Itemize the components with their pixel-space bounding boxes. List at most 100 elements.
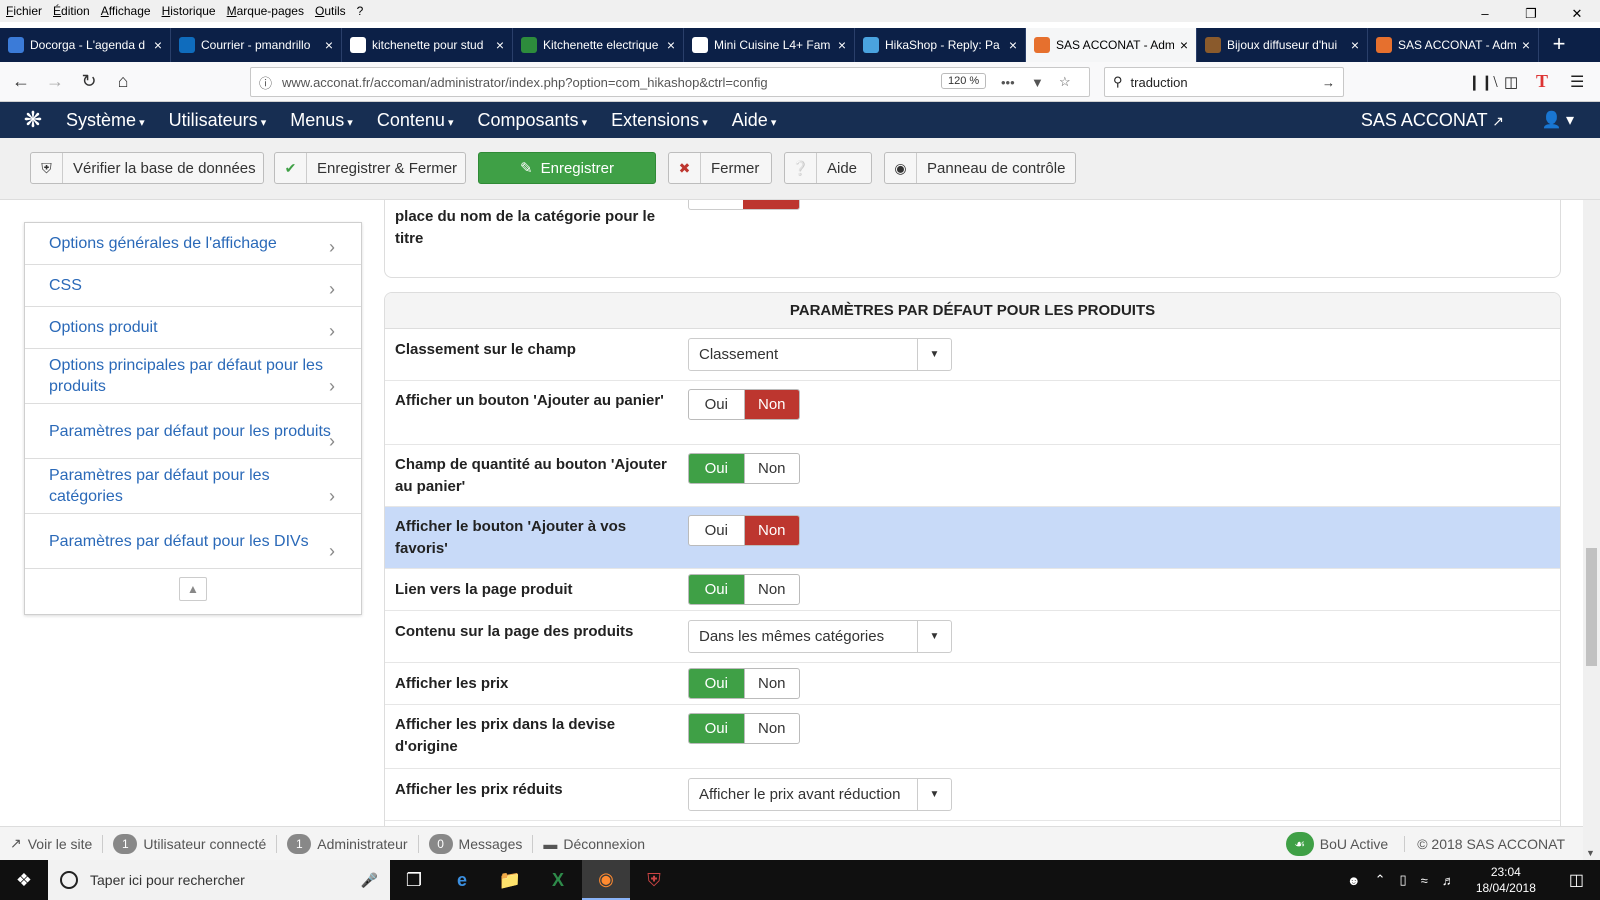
- messages-link[interactable]: 0 Messages: [419, 833, 534, 854]
- browser-tab[interactable]: Docorga - L'agenda d ×: [0, 28, 171, 62]
- browser-tab[interactable]: Kitchenette electrique ×: [513, 28, 684, 62]
- browser-tab[interactable]: kitchenette pour stud ×: [342, 28, 513, 62]
- sidebar-item[interactable]: Paramètres par défaut pour les catégorie…: [25, 459, 361, 514]
- sidebar-item[interactable]: Options principales par défaut pour les …: [25, 349, 361, 404]
- back-icon[interactable]: ←: [4, 65, 38, 99]
- users-connected[interactable]: 1 Utilisateur connecté: [103, 833, 278, 854]
- sidebar-toggle-icon[interactable]: ◫: [1504, 73, 1518, 91]
- setting-select[interactable]: Classement ▼: [688, 338, 952, 371]
- browser-tab[interactable]: Bijoux diffuseur d'hui ×: [1197, 28, 1368, 62]
- home-icon[interactable]: ⌂: [106, 65, 140, 99]
- security-app-icon[interactable]: ⛨: [630, 860, 678, 900]
- control-panel-button[interactable]: ◉ Panneau de contrôle: [884, 152, 1076, 184]
- edge-icon[interactable]: e: [438, 860, 486, 900]
- close-window-icon[interactable]: ✕: [1554, 0, 1600, 28]
- browser-tab[interactable]: Courrier - pmandrillo ×: [171, 28, 342, 62]
- browser-tab[interactable]: Mini Cuisine L4+ Fam ×: [684, 28, 855, 62]
- site-name-link[interactable]: SAS ACCONAT ↗: [1361, 110, 1504, 131]
- minimize-icon[interactable]: –: [1462, 0, 1508, 28]
- menubar-item[interactable]: ?: [357, 4, 364, 18]
- close-button[interactable]: ✖ Fermer: [668, 152, 772, 184]
- people-icon[interactable]: ☻: [1347, 873, 1361, 888]
- partial-toggle[interactable]: [688, 200, 800, 210]
- tab-close-icon[interactable]: ×: [1522, 37, 1530, 53]
- bookmark-star-icon[interactable]: ☆: [1059, 74, 1071, 90]
- user-menu-icon[interactable]: 👤 ▾: [1542, 110, 1574, 130]
- toggle-no[interactable]: Non: [744, 390, 799, 419]
- collapse-up-icon[interactable]: ▲: [179, 577, 207, 601]
- browser-tab[interactable]: HikaShop - Reply: Pa ×: [855, 28, 1026, 62]
- toggle-yes[interactable]: Oui: [689, 454, 745, 483]
- scroll-down-icon[interactable]: ▼: [1586, 848, 1595, 858]
- tab-close-icon[interactable]: ×: [1351, 37, 1359, 53]
- more-icon[interactable]: •••: [1001, 75, 1015, 90]
- joomla-menu-item[interactable]: Système: [66, 110, 145, 131]
- microphone-icon[interactable]: 🎤: [361, 872, 378, 889]
- menubar-item[interactable]: Édition: [53, 4, 90, 18]
- setting-select[interactable]: Afficher le prix avant réduction ▼: [688, 778, 952, 811]
- joomla-logo-icon[interactable]: ❋: [0, 107, 66, 133]
- battery-icon[interactable]: ▯: [1400, 872, 1407, 888]
- menubar-item[interactable]: Affichage: [101, 4, 151, 18]
- tab-close-icon[interactable]: ×: [1009, 37, 1017, 53]
- save-close-button[interactable]: ✔ Enregistrer & Fermer: [274, 152, 466, 184]
- tab-close-icon[interactable]: ×: [496, 37, 504, 53]
- tab-close-icon[interactable]: ×: [1180, 37, 1188, 53]
- info-icon[interactable]: ⓘ: [259, 73, 272, 92]
- bou-active-badge[interactable]: ☙ BoU Active: [1285, 831, 1388, 856]
- go-arrow-icon[interactable]: →: [1322, 75, 1335, 90]
- caret-down-icon[interactable]: ▼: [917, 339, 951, 370]
- extension-t-icon[interactable]: T: [1536, 71, 1548, 92]
- new-tab-icon[interactable]: +: [1539, 28, 1579, 62]
- toggle-no[interactable]: Non: [744, 516, 799, 545]
- library-icon[interactable]: ❙❙⧵: [1468, 73, 1498, 91]
- volume-icon[interactable]: ♬: [1442, 873, 1455, 888]
- toggle-no[interactable]: Non: [745, 714, 800, 743]
- save-button[interactable]: ✎ Enregistrer: [478, 152, 656, 184]
- sidebar-item[interactable]: CSS ›: [25, 265, 361, 307]
- admin-connected[interactable]: 1 Administrateur: [277, 833, 419, 854]
- forward-icon[interactable]: →: [38, 65, 72, 99]
- joomla-menu-item[interactable]: Menus: [290, 110, 353, 131]
- tab-close-icon[interactable]: ×: [154, 37, 162, 53]
- toggle-yes[interactable]: Oui: [689, 714, 745, 743]
- menubar-item[interactable]: Marque-pages: [227, 4, 304, 18]
- browser-tab[interactable]: SAS ACCONAT - Adm ×: [1026, 28, 1197, 62]
- url-bar[interactable]: ⓘ www.acconat.fr/accoman/administrator/i…: [250, 67, 1090, 97]
- reload-icon[interactable]: ↻: [72, 65, 106, 99]
- notifications-icon[interactable]: ◫: [1569, 870, 1584, 890]
- wifi-icon[interactable]: ≈: [1421, 873, 1428, 888]
- page-scrollbar[interactable]: ▼: [1583, 200, 1600, 860]
- hamburger-menu-icon[interactable]: ☰: [1570, 72, 1584, 92]
- setting-select[interactable]: Dans les mêmes catégories ▼: [688, 620, 952, 653]
- menubar-item[interactable]: Outils: [315, 4, 346, 18]
- menubar-item[interactable]: Fichier: [6, 4, 42, 18]
- excel-icon[interactable]: X: [534, 860, 582, 900]
- tab-close-icon[interactable]: ×: [667, 37, 675, 53]
- logout-link[interactable]: ▬ Déconnexion: [533, 835, 655, 853]
- tab-close-icon[interactable]: ×: [838, 37, 846, 53]
- toggle-yes[interactable]: Oui: [689, 669, 745, 698]
- joomla-menu-item[interactable]: Utilisateurs: [169, 110, 267, 131]
- browser-tab[interactable]: SAS ACCONAT - Adm ×: [1368, 28, 1539, 62]
- firefox-icon[interactable]: ◉: [582, 860, 630, 900]
- verify-db-button[interactable]: ⛨ Vérifier la base de données: [30, 152, 264, 184]
- search-input[interactable]: ⚲ traduction →: [1104, 67, 1344, 97]
- tab-close-icon[interactable]: ×: [325, 37, 333, 53]
- joomla-menu-item[interactable]: Contenu: [377, 110, 454, 131]
- sidebar-item[interactable]: Paramètres par défaut pour les produits ›: [25, 404, 361, 459]
- zoom-level[interactable]: 120 %: [941, 73, 987, 89]
- toggle-no[interactable]: Non: [745, 575, 800, 604]
- sidebar-item[interactable]: Options produit ›: [25, 307, 361, 349]
- taskbar-search-input[interactable]: Taper ici pour rechercher 🎤: [48, 860, 390, 900]
- file-explorer-icon[interactable]: 📁: [486, 860, 534, 900]
- windows-start-icon[interactable]: ❖: [0, 870, 48, 891]
- toggle-yes[interactable]: Oui: [689, 516, 745, 545]
- caret-down-icon[interactable]: ▼: [917, 779, 951, 810]
- scrollbar-thumb[interactable]: [1586, 548, 1597, 666]
- sidebar-item[interactable]: Paramètres par défaut pour les DIVs ›: [25, 514, 361, 569]
- toggle-yes[interactable]: Oui: [689, 390, 745, 419]
- toggle-no[interactable]: Non: [745, 669, 800, 698]
- joomla-menu-item[interactable]: Composants: [477, 110, 587, 131]
- caret-down-icon[interactable]: ▼: [917, 621, 951, 652]
